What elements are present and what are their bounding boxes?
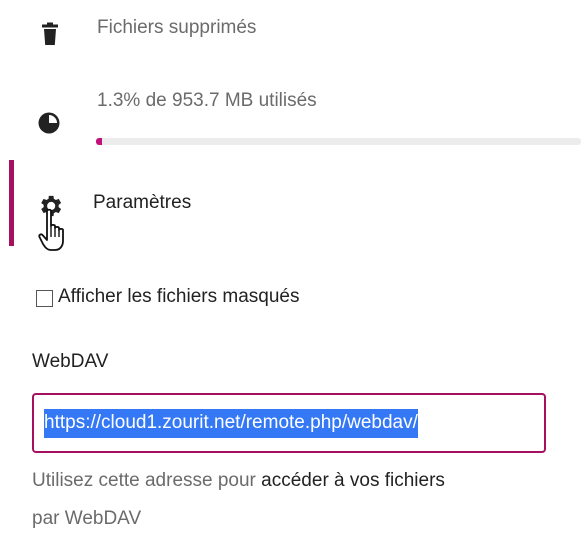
show-hidden-files-label[interactable]: Afficher les fichiers masqués (58, 286, 299, 308)
quota-progress-bar (96, 138, 581, 145)
trash-icon (42, 22, 58, 45)
webdav-url-value[interactable]: https://cloud1.zourit.net/remote.php/web… (44, 409, 418, 438)
webdav-help-suffix: par WebDAV (32, 508, 142, 529)
webdav-help-prefix: Utilisez cette adresse pour (32, 470, 262, 491)
pie-chart-icon (38, 112, 60, 134)
webdav-help-emphasis: accéder à vos fichiers (261, 470, 445, 491)
nav-item-label: Paramètres (93, 192, 192, 213)
webdav-url-field[interactable]: https://cloud1.zourit.net/remote.php/web… (32, 393, 546, 453)
webdav-heading: WebDAV (32, 351, 109, 372)
quota-label: 1.3% de 953.7 MB utilisés (97, 90, 317, 111)
active-indicator (9, 160, 14, 246)
webdav-help-text-continued: par WebDAV (32, 508, 141, 530)
show-hidden-files-checkbox[interactable] (36, 290, 53, 307)
hand-pointer-icon (38, 208, 64, 251)
nav-item-label: Fichiers supprimés (97, 17, 257, 38)
quota-progress-fill (96, 138, 103, 145)
webdav-help-text: Utilisez cette adresse pour accéder à vo… (32, 470, 445, 492)
